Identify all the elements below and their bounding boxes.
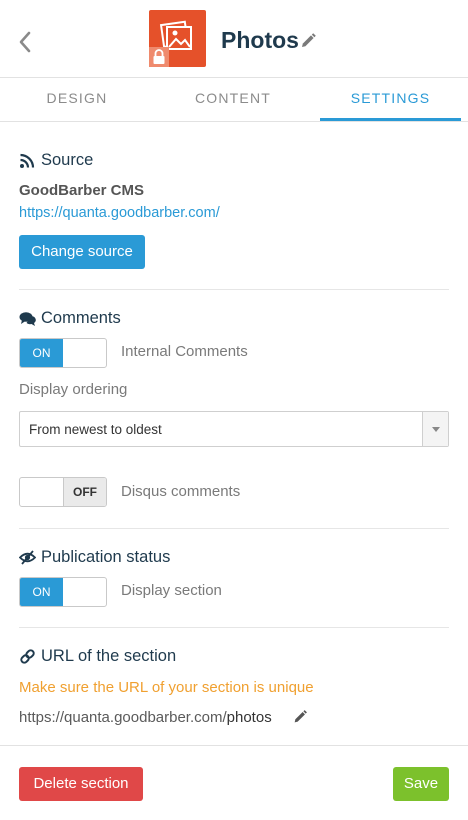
save-button[interactable]: Save — [393, 767, 449, 801]
tab-bar: DESIGN CONTENT SETTINGS — [0, 78, 468, 122]
lock-icon — [149, 47, 169, 67]
pencil-icon[interactable] — [299, 32, 317, 50]
chevron-down-icon — [432, 427, 440, 432]
divider — [19, 289, 449, 290]
delete-section-button[interactable]: Delete section — [19, 767, 143, 801]
disqus-comments-toggle[interactable]: OFF — [19, 477, 107, 507]
tab-content[interactable]: CONTENT — [156, 78, 310, 121]
page-title: Photos — [221, 27, 299, 53]
internal-comments-toggle[interactable]: ON — [19, 338, 107, 368]
publication-title: Publication status — [41, 548, 171, 566]
footer-divider — [0, 745, 468, 746]
source-name: GoodBarber CMS — [19, 182, 145, 199]
chevron-left-icon[interactable] — [14, 28, 38, 56]
display-section-label: Display section — [121, 582, 222, 599]
display-ordering-value: From newest to oldest — [29, 422, 162, 437]
url-base: https://quanta.goodbarber.com/ — [19, 709, 227, 726]
url-slug[interactable]: photos — [227, 709, 272, 726]
display-section-toggle[interactable]: ON — [19, 577, 107, 607]
url-title: URL of the section — [41, 647, 177, 665]
source-url-link[interactable]: https://quanta.goodbarber.com/ — [19, 205, 220, 221]
header: Photos — [0, 0, 468, 78]
toggle-state: ON — [20, 339, 63, 367]
tab-settings[interactable]: SETTINGS — [320, 78, 461, 121]
toggle-state: OFF — [63, 478, 106, 506]
toggle-state: ON — [20, 578, 63, 606]
display-ordering-label: Display ordering — [19, 381, 128, 398]
change-source-button[interactable]: Change source — [19, 235, 145, 269]
comments-title: Comments — [41, 309, 121, 327]
dropdown-arrow[interactable] — [422, 412, 448, 446]
link-icon — [19, 648, 36, 665]
tab-design[interactable]: DESIGN — [0, 78, 154, 121]
divider — [19, 528, 449, 529]
source-title: Source — [41, 151, 94, 169]
url-warning: Make sure the URL of your section is uni… — [19, 679, 314, 696]
rss-icon — [19, 152, 36, 169]
internal-comments-label: Internal Comments — [121, 343, 248, 360]
divider — [19, 627, 449, 628]
disqus-comments-label: Disqus comments — [121, 483, 241, 500]
pencil-icon[interactable] — [292, 709, 308, 725]
comments-icon — [19, 310, 36, 327]
display-ordering-select[interactable]: From newest to oldest — [19, 411, 449, 447]
section-url: https://quanta.goodbarber.com/photos — [19, 709, 272, 726]
eye-slash-icon — [18, 549, 37, 566]
